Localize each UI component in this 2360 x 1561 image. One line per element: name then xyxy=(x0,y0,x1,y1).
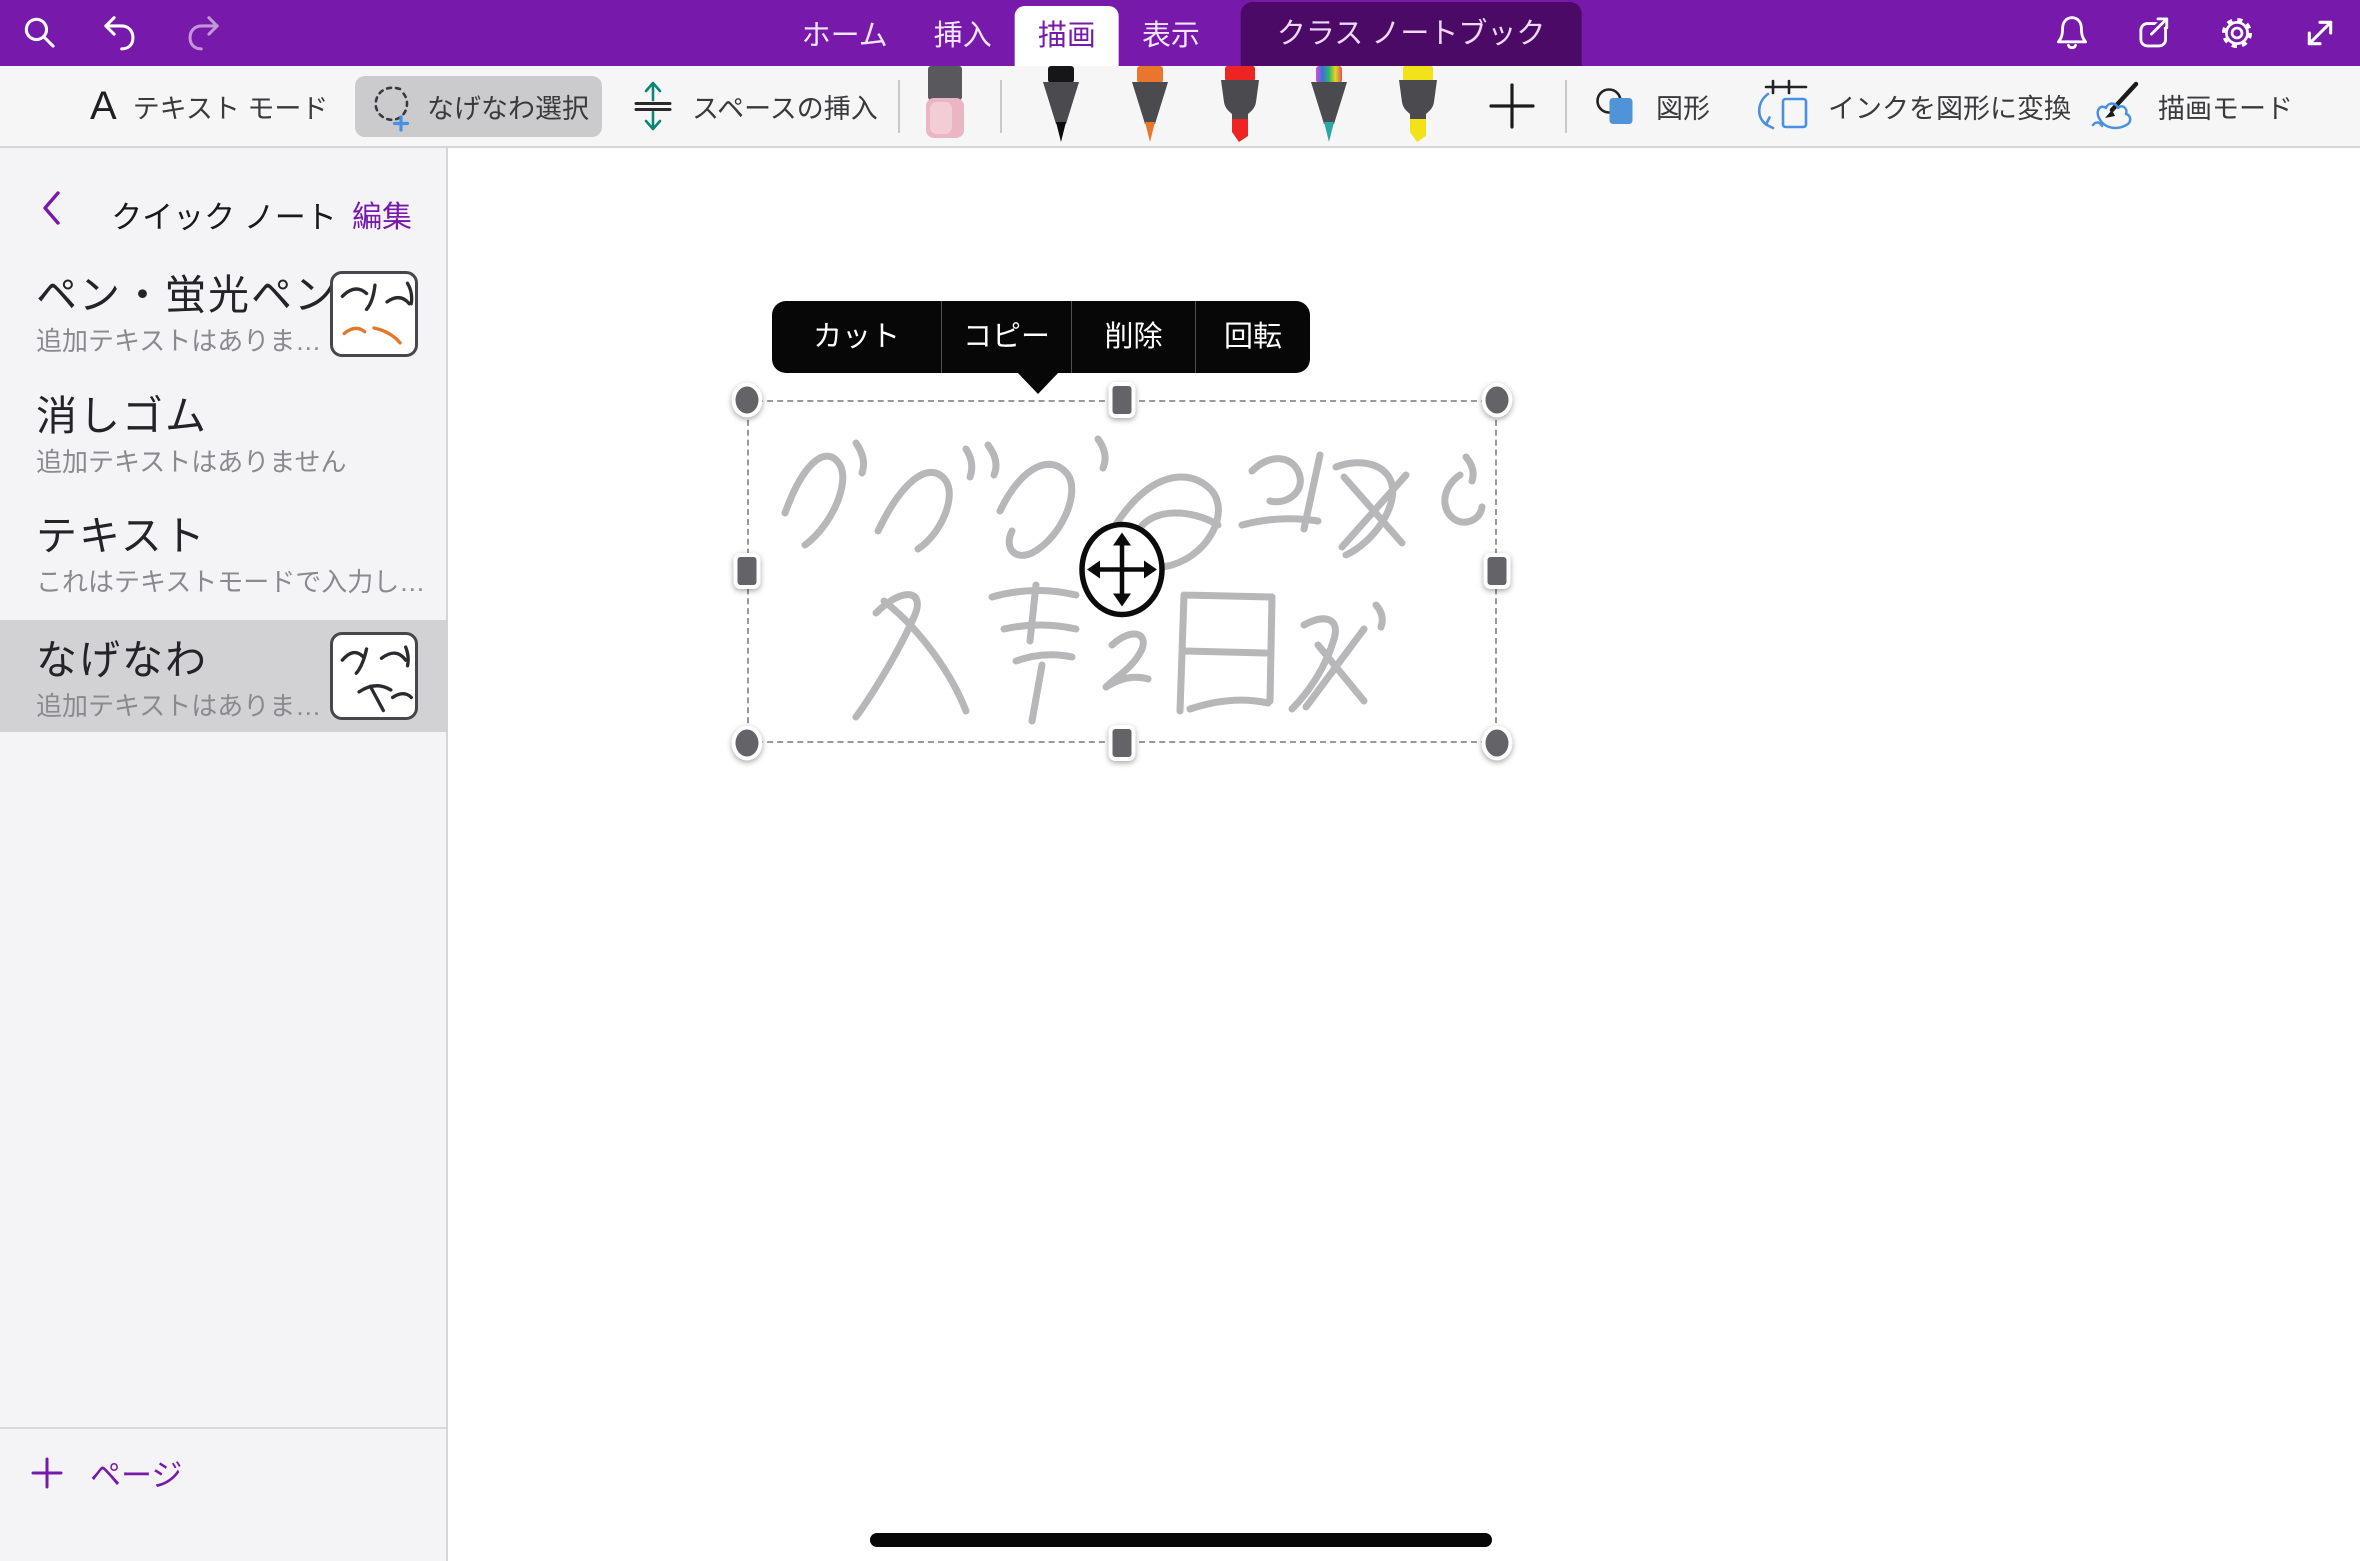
page-list-item-pen[interactable]: ペン・蛍光ペン 追加テキストはありま… xyxy=(0,255,448,369)
ink-to-shape-label: インクを図形に変換 xyxy=(1828,87,2071,126)
plus-icon xyxy=(30,1456,64,1490)
tab-insert[interactable]: 挿入 xyxy=(911,6,1015,66)
pen-rainbow-icon xyxy=(1306,66,1352,148)
undo-icon[interactable] xyxy=(97,10,143,56)
page-subtitle: 追加テキストはありま… xyxy=(36,321,321,358)
ink-to-shape-icon xyxy=(1752,78,1812,134)
delete-menu-item[interactable]: 削除 xyxy=(1072,301,1196,373)
move-selection-handle[interactable] xyxy=(1076,520,1168,625)
add-page-button[interactable]: ページ xyxy=(30,1450,182,1495)
insert-space-button[interactable]: スペースの挿入 xyxy=(630,66,878,146)
page-title-ink: テキスト xyxy=(36,502,207,562)
selection-handle-top-left[interactable] xyxy=(732,383,763,418)
home-indicator[interactable] xyxy=(870,1533,1492,1547)
page-thumbnail xyxy=(330,632,418,720)
toolbar-divider xyxy=(898,80,900,133)
pen-orange[interactable] xyxy=(1127,66,1173,153)
eraser-tool[interactable] xyxy=(921,66,969,145)
page-title-ink: 消しゴム xyxy=(36,382,208,442)
selection-handle-bottom-right[interactable] xyxy=(1482,726,1513,761)
draw-mode-label: 描画モード xyxy=(2158,87,2293,126)
add-pen-button[interactable] xyxy=(1487,81,1537,131)
cut-menu-item[interactable]: カット xyxy=(772,301,942,373)
page-list-sidebar: クイック ノート 編集 ペン・蛍光ペン 追加テキストはありま… 消しゴム 追加テ… xyxy=(0,148,448,1561)
page-title-ink: ペン・蛍光ペン xyxy=(36,261,337,321)
copy-menu-item[interactable]: コピー xyxy=(942,301,1072,373)
lasso-select-label: なげなわ選択 xyxy=(427,87,589,126)
text-mode-icon: A xyxy=(90,84,117,129)
ink-context-menu: カット コピー 削除 回転 xyxy=(772,301,1310,373)
lasso-select-button[interactable]: なげなわ選択 xyxy=(355,76,602,137)
sidebar-footer-divider xyxy=(0,1427,446,1429)
tab-draw[interactable]: 描画 xyxy=(1015,6,1119,66)
selection-handle-mid-right[interactable] xyxy=(1484,553,1511,589)
share-icon[interactable] xyxy=(2132,10,2178,56)
selection-handle-mid-left[interactable] xyxy=(734,553,761,589)
search-icon[interactable] xyxy=(17,10,63,56)
page-list-item-text[interactable]: テキスト これはテキストモードで入力し… xyxy=(0,496,448,606)
selection-handle-top-mid[interactable] xyxy=(1109,382,1136,418)
tab-view[interactable]: 表示 xyxy=(1119,6,1223,66)
pen-orange-icon xyxy=(1127,66,1173,148)
shapes-button[interactable]: 図形 xyxy=(1594,66,1710,146)
draw-toolbar: A テキスト モード なげなわ選択 スペースの挿入 xyxy=(0,66,2360,148)
eraser-icon xyxy=(921,66,969,140)
selection-handle-bottom-left[interactable] xyxy=(732,726,763,761)
gear-icon[interactable] xyxy=(2214,10,2260,56)
marker-red[interactable] xyxy=(1217,66,1263,153)
lasso-icon xyxy=(368,81,414,133)
page-list-item-eraser[interactable]: 消しゴム 追加テキストはありません xyxy=(0,376,448,486)
plus-icon xyxy=(1487,81,1537,131)
shapes-icon xyxy=(1594,84,1640,128)
fullscreen-icon[interactable] xyxy=(2297,10,2343,56)
draw-mode-icon xyxy=(2086,80,2142,132)
marker-yellow-icon xyxy=(1395,66,1441,148)
ink-to-shape-button[interactable]: インクを図形に変換 xyxy=(1752,66,2071,146)
page-list-item-lasso[interactable]: なげなわ 追加テキストはありま… xyxy=(0,620,448,732)
pen-black[interactable] xyxy=(1038,66,1084,153)
rotate-menu-item[interactable]: 回転 xyxy=(1196,301,1310,373)
insert-space-icon xyxy=(630,76,676,136)
context-menu-callout-arrow xyxy=(1016,371,1060,394)
add-page-label: ページ xyxy=(90,1450,182,1495)
bell-icon[interactable] xyxy=(2049,10,2095,56)
app-title-bar: ホーム 挿入 描画 表示 クラス ノートブック xyxy=(0,0,2360,66)
tab-home[interactable]: ホーム xyxy=(779,6,911,66)
selection-handle-top-right[interactable] xyxy=(1482,383,1513,418)
page-subtitle: 追加テキストはありま… xyxy=(36,686,321,723)
toolbar-divider xyxy=(1000,80,1002,133)
toolbar-divider xyxy=(1565,80,1567,133)
page-subtitle: これはテキストモードで入力し… xyxy=(36,562,425,599)
page-subtitle: 追加テキストはありません xyxy=(36,442,346,479)
page-thumbnail xyxy=(330,271,418,357)
marker-yellow[interactable] xyxy=(1395,66,1441,153)
redo-icon[interactable] xyxy=(180,10,226,56)
pen-black-icon xyxy=(1038,66,1084,148)
tab-class-notebook[interactable]: クラス ノートブック xyxy=(1241,2,1581,66)
marker-red-icon xyxy=(1217,66,1263,148)
page-title-ink: なげなわ xyxy=(36,626,208,686)
shapes-label: 図形 xyxy=(1656,87,1710,126)
text-mode-label: テキスト モード xyxy=(133,87,329,126)
pen-rainbow[interactable] xyxy=(1306,66,1352,153)
selection-handle-bottom-mid[interactable] xyxy=(1109,725,1136,761)
insert-space-label: スペースの挿入 xyxy=(692,87,878,126)
onenote-window: ホーム 挿入 描画 表示 クラス ノートブック xyxy=(0,0,2360,1561)
ribbon-tabs: ホーム 挿入 描画 表示 クラス ノートブック xyxy=(779,2,1582,66)
note-canvas[interactable]: カット コピー 削除 回転 xyxy=(450,148,2360,1561)
draw-mode-button[interactable]: 描画モード xyxy=(2086,66,2293,146)
edit-button[interactable]: 編集 xyxy=(352,192,412,236)
text-mode-button[interactable]: A テキスト モード xyxy=(90,66,328,146)
